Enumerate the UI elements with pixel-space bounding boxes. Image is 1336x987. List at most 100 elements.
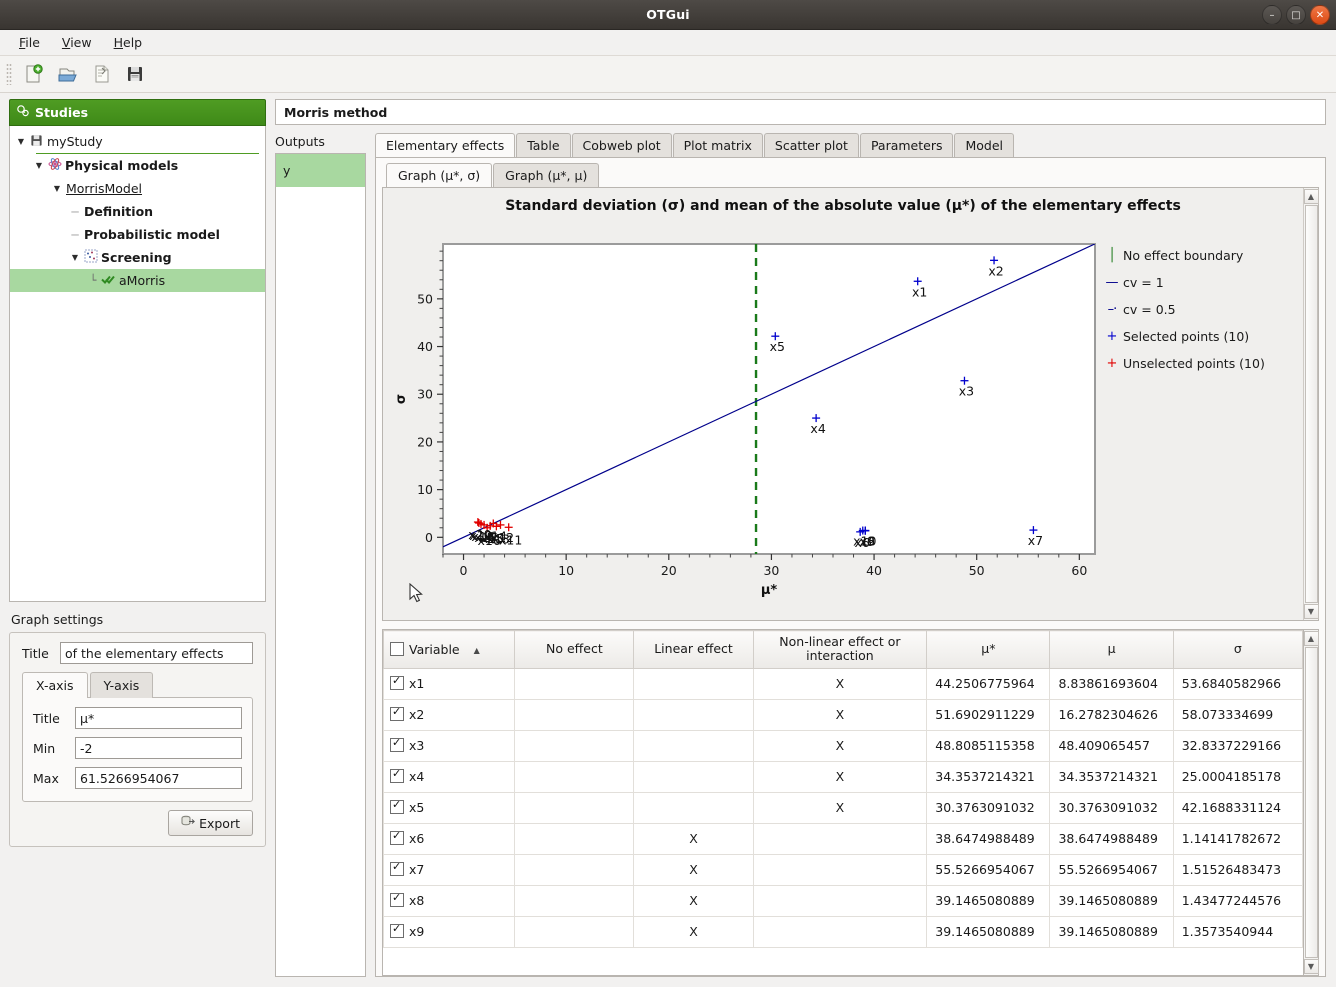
- table-row[interactable]: x2X51.690291122916.278230462658.07333469…: [384, 699, 1303, 730]
- tab-parameters[interactable]: Parameters: [860, 133, 954, 158]
- tab-y-axis[interactable]: Y-axis: [90, 672, 154, 698]
- table-row[interactable]: x8X39.146508088939.14650808891.434772445…: [384, 885, 1303, 916]
- cell-mustar: 44.2506775964: [927, 668, 1050, 699]
- table-row[interactable]: x5X30.376309103230.376309103242.16883311…: [384, 792, 1303, 823]
- menu-view[interactable]: View: [51, 33, 103, 52]
- th-sigma[interactable]: σ: [1173, 631, 1302, 669]
- graph-title-input[interactable]: of the elementary effects: [60, 642, 253, 664]
- plot-canvas[interactable]: Standard deviation (σ) and mean of the a…: [383, 188, 1303, 620]
- cell-variable[interactable]: x6: [384, 823, 515, 854]
- cell-mustar: 51.6902911229: [927, 699, 1050, 730]
- th-nonlinear-effect[interactable]: Non-linear effect or interaction: [753, 631, 927, 669]
- table-row[interactable]: x4X34.353721432134.353721432125.00041851…: [384, 761, 1303, 792]
- table-row[interactable]: x1X44.25067759648.8386169360453.68405829…: [384, 668, 1303, 699]
- tree-item-physical-models[interactable]: ▼ Physical models: [10, 154, 265, 177]
- cell-sigma: 58.073334699: [1173, 699, 1302, 730]
- table-body: x1X44.25067759648.8386169360453.68405829…: [384, 668, 1303, 947]
- subtab-graph-mustar-mu[interactable]: Graph (μ*, μ): [493, 163, 599, 188]
- scroll-down-icon[interactable]: ▼: [1304, 959, 1319, 974]
- tree-item-morrismodel[interactable]: ▼ MorrisModel: [10, 177, 265, 200]
- axis-max-input[interactable]: 61.5266954067: [75, 767, 242, 789]
- scroll-down-icon[interactable]: ▼: [1304, 604, 1319, 619]
- row-checkbox[interactable]: [390, 862, 404, 876]
- cell-variable[interactable]: x7: [384, 854, 515, 885]
- chevron-down-icon[interactable]: ▼: [68, 253, 82, 262]
- th-variable[interactable]: Variable▲: [384, 631, 515, 669]
- th-no-effect[interactable]: No effect: [515, 631, 634, 669]
- minimize-icon[interactable]: –: [1262, 5, 1282, 25]
- row-checkbox[interactable]: [390, 831, 404, 845]
- chevron-down-icon[interactable]: ▼: [50, 184, 64, 193]
- scroll-up-icon[interactable]: ▲: [1304, 631, 1319, 646]
- cell-linear-effect: X: [634, 854, 753, 885]
- menu-help[interactable]: Help: [103, 33, 154, 52]
- tab-x-axis[interactable]: X-axis: [22, 672, 88, 698]
- outputs-list[interactable]: y: [275, 153, 366, 977]
- cell-variable[interactable]: x8: [384, 885, 515, 916]
- results-table-scroll[interactable]: Variable▲ No effect Linear effect Non-li…: [382, 629, 1304, 976]
- cell-variable[interactable]: x1: [384, 668, 515, 699]
- chevron-down-icon[interactable]: ▼: [14, 137, 28, 146]
- row-checkbox[interactable]: [390, 893, 404, 907]
- tree-item-definition[interactable]: ─ Definition: [10, 200, 265, 223]
- tree-item-screening[interactable]: ▼ Screening: [10, 246, 265, 269]
- row-checkbox[interactable]: [390, 738, 404, 752]
- table-row[interactable]: x9X39.146508088939.14650808891.357354094…: [384, 916, 1303, 947]
- row-checkbox[interactable]: [390, 924, 404, 938]
- cell-variable[interactable]: x3: [384, 730, 515, 761]
- cell-variable[interactable]: x4: [384, 761, 515, 792]
- table-vertical-scrollbar[interactable]: ▲ ▼: [1304, 629, 1319, 976]
- axis-min-input[interactable]: -2: [75, 737, 242, 759]
- th-linear-effect[interactable]: Linear effect: [634, 631, 753, 669]
- row-checkbox[interactable]: [390, 769, 404, 783]
- outputs-label: Outputs: [275, 134, 366, 149]
- tree-item-probabilistic-model[interactable]: ─ Probabilistic model: [10, 223, 265, 246]
- new-document-icon[interactable]: [16, 59, 50, 89]
- left-dock: Studies ▼ myStudy ▼ Physical models: [0, 91, 275, 987]
- subtab-graph-mustar-sigma[interactable]: Graph (μ*, σ): [386, 163, 492, 188]
- tab-plot-matrix[interactable]: Plot matrix: [673, 133, 763, 158]
- maximize-icon[interactable]: □: [1286, 5, 1306, 25]
- row-checkbox[interactable]: [390, 800, 404, 814]
- plot-vertical-scrollbar[interactable]: ▲ ▼: [1303, 188, 1318, 620]
- axis-title-input[interactable]: μ*: [75, 707, 242, 729]
- tab-table[interactable]: Table: [516, 133, 570, 158]
- tab-panel: Elementary effects Table Cobweb plot Plo…: [375, 134, 1326, 977]
- dashed-vline-icon: │: [1101, 248, 1123, 263]
- tree-item-amorris[interactable]: └ aMorris: [10, 269, 265, 292]
- export-button[interactable]: Export: [168, 810, 253, 836]
- tab-elementary-effects[interactable]: Elementary effects: [375, 133, 515, 158]
- scrollbar-thumb[interactable]: [1305, 205, 1318, 603]
- th-mu[interactable]: μ: [1050, 631, 1173, 669]
- tree-item-mystudy[interactable]: ▼ myStudy: [10, 130, 265, 153]
- page-title: Morris method: [275, 99, 1326, 125]
- scroll-up-icon[interactable]: ▲: [1304, 189, 1319, 204]
- select-all-checkbox[interactable]: [390, 642, 404, 656]
- chevron-down-icon[interactable]: ▼: [32, 161, 46, 170]
- th-mustar[interactable]: μ*: [927, 631, 1050, 669]
- tab-cobweb-plot[interactable]: Cobweb plot: [572, 133, 672, 158]
- sort-ascending-icon[interactable]: ▲: [474, 646, 480, 655]
- close-icon[interactable]: ✕: [1310, 5, 1330, 25]
- scrollbar-thumb[interactable]: [1305, 647, 1318, 958]
- import-document-icon[interactable]: [84, 59, 118, 89]
- cell-variable[interactable]: x9: [384, 916, 515, 947]
- table-row[interactable]: x7X55.526695406755.52669540671.515264834…: [384, 854, 1303, 885]
- studies-tree[interactable]: ▼ myStudy ▼ Physical models ▼ Mor: [9, 126, 266, 602]
- toolbar-grip[interactable]: [6, 63, 12, 85]
- tab-model[interactable]: Model: [954, 133, 1014, 158]
- cell-variable[interactable]: x2: [384, 699, 515, 730]
- table-row[interactable]: x3X48.808511535848.40906545732.833722916…: [384, 730, 1303, 761]
- window-controls: – □ ✕: [1262, 5, 1330, 25]
- row-checkbox[interactable]: [390, 707, 404, 721]
- table-row[interactable]: x6X38.647498848938.64749884891.141417826…: [384, 823, 1303, 854]
- open-document-icon[interactable]: [50, 59, 84, 89]
- cell-variable[interactable]: x5: [384, 792, 515, 823]
- menu-file[interactable]: File: [8, 33, 51, 52]
- cell-mustar: 38.6474988489: [927, 823, 1050, 854]
- save-icon[interactable]: [118, 59, 152, 89]
- axis-title-row: Title μ*: [33, 707, 242, 729]
- tab-scatter-plot[interactable]: Scatter plot: [764, 133, 859, 158]
- outputs-list-item-y[interactable]: y: [276, 154, 365, 187]
- row-checkbox[interactable]: [390, 676, 404, 690]
